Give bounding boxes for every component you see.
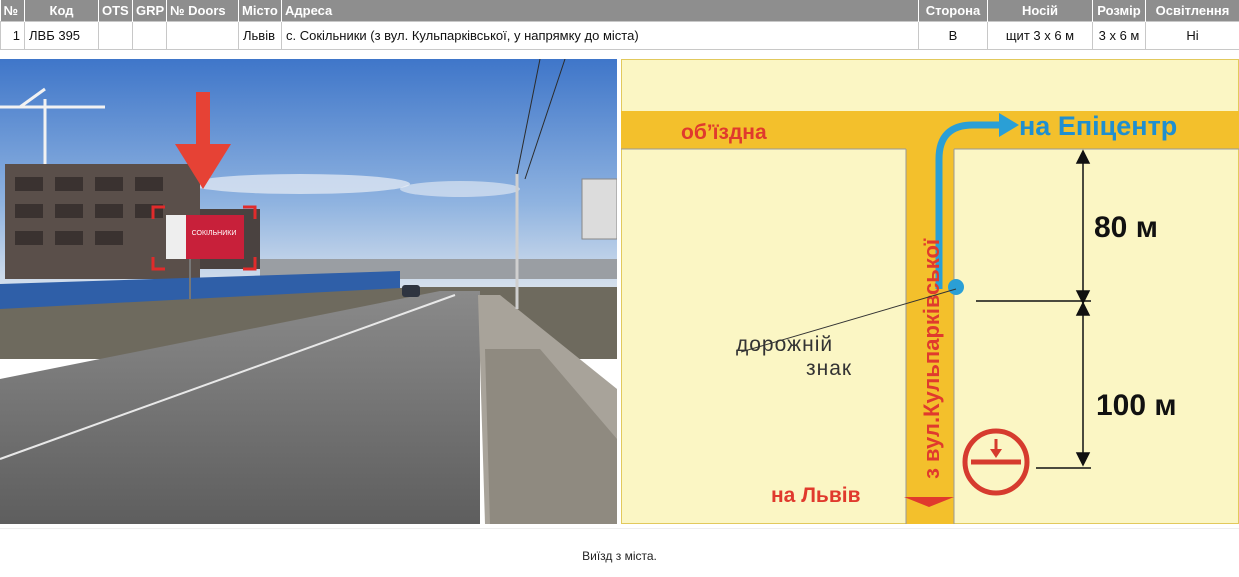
header-row: № Код OTS GRP № Doors Місто Адреса Сторо… bbox=[0, 0, 1239, 22]
header-grp: GRP bbox=[132, 0, 167, 22]
road-sign-label-line1: дорожній bbox=[736, 333, 833, 356]
cell-carrier: щит 3 x 6 м bbox=[987, 21, 1093, 50]
header-code: Код bbox=[24, 0, 99, 22]
header-carrier: Носій bbox=[987, 0, 1093, 22]
location-map: об’їздна на Епіцентр з вул.Кульпарківськ… bbox=[621, 59, 1239, 524]
location-photo: СОКІЛЬНИКИ bbox=[0, 59, 617, 524]
cell-code: ЛВБ 395 bbox=[24, 21, 99, 50]
header-address: Адреса bbox=[281, 0, 919, 22]
cell-lighting: Ні bbox=[1145, 21, 1239, 50]
to-lviv-label: на Львів bbox=[771, 484, 861, 507]
bypass-label: об’їздна bbox=[681, 121, 767, 144]
cell-num: 1 bbox=[0, 21, 25, 50]
billboard-text: СОКІЛЬНИКИ bbox=[192, 230, 237, 237]
cell-side: В bbox=[918, 21, 988, 50]
cell-size: 3 x 6 м bbox=[1092, 21, 1146, 50]
cell-grp bbox=[132, 21, 167, 50]
location-map-diagram: об’їздна на Епіцентр з вул.Кульпарківськ… bbox=[621, 59, 1239, 524]
road-sign-label-line2: знак bbox=[806, 357, 852, 380]
header-lighting: Освітлення bbox=[1145, 0, 1239, 22]
table-row: 1 ЛВБ 395 Львів с. Сокільники (з вул. Ку… bbox=[0, 21, 1239, 50]
divider bbox=[0, 528, 1239, 529]
caption: Виїзд з міста. bbox=[582, 549, 657, 563]
header-num: № bbox=[0, 0, 25, 22]
header-size: Розмір bbox=[1092, 0, 1146, 22]
header-ots: OTS bbox=[98, 0, 133, 22]
street-label: з вул.Кульпарківської bbox=[919, 238, 944, 479]
header-city: Місто bbox=[238, 0, 282, 22]
cell-city: Львів bbox=[238, 21, 282, 50]
cell-address: с. Сокільники (з вул. Кульпарківської, у… bbox=[281, 21, 919, 50]
epicenter-label: на Епіцентр bbox=[1019, 111, 1177, 141]
distance-bottom: 100 м bbox=[1096, 389, 1177, 422]
sign-marker bbox=[948, 279, 964, 295]
header-side: Сторона bbox=[918, 0, 988, 22]
ad-table: № Код OTS GRP № Doors Місто Адреса Сторо… bbox=[0, 0, 1239, 50]
cell-doors bbox=[166, 21, 239, 50]
location-photo-image: СОКІЛЬНИКИ bbox=[0, 59, 617, 524]
cell-ots bbox=[98, 21, 133, 50]
distance-top: 80 м bbox=[1094, 211, 1158, 244]
header-doors: № Doors bbox=[166, 0, 239, 22]
